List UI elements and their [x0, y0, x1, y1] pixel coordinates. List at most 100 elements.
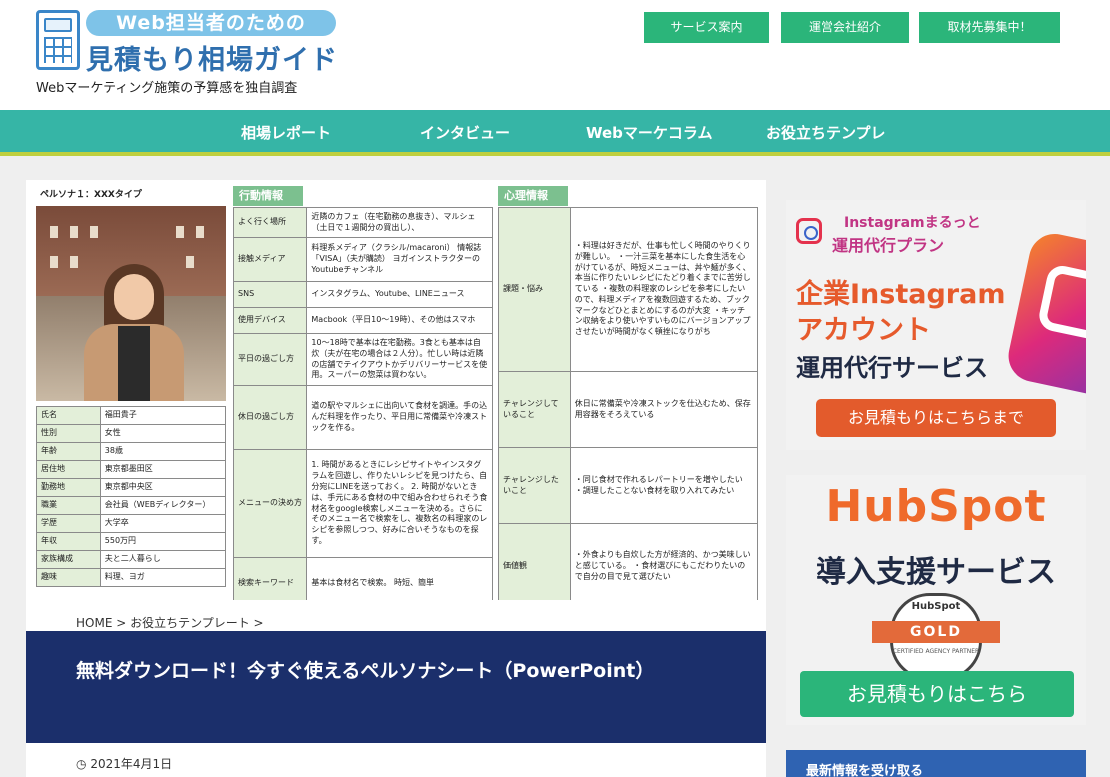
- persona-photo: [36, 206, 226, 401]
- row-key: 家族構成: [36, 550, 101, 569]
- post-date: ◷ 2021年4月1日: [76, 755, 172, 772]
- table-row: よく行く場所 近隣のカフェ（在宅勤務の息抜き）、マルシェ（土日で１週間分の買出し）…: [232, 207, 493, 238]
- logo-main-text: 見積もり相場ガイド: [86, 45, 338, 76]
- instagram-icon: [1003, 229, 1086, 401]
- row-value: 大学卒: [99, 514, 227, 533]
- row-value: 女性: [99, 424, 227, 443]
- row-key: 平日の過ごし方: [232, 333, 308, 386]
- site-header: Web担当者のための 見積もり相場ガイド Webマーケティング施策の予算感を独自…: [0, 0, 1110, 110]
- breadcrumb[interactable]: HOME > お役立ちテンプレート >: [76, 614, 264, 631]
- clock-icon: ◷: [76, 757, 87, 771]
- ad2-line2: 導入支援サービス: [816, 555, 1056, 590]
- psych-heading: 心理情報: [498, 186, 568, 206]
- instagram-ad-banner[interactable]: Instagramまるっと 運用代行プラン 企業Instagram アカウント …: [786, 200, 1086, 450]
- badge-level: GOLD: [872, 621, 1000, 643]
- instagram-estimate-button[interactable]: お見積もりはこちらまで: [816, 399, 1056, 437]
- row-key: 趣味: [36, 568, 101, 587]
- row-value: ・料理は好きだが、仕事も忙しく時間のやりくりが難しい。 ・一汁三菜を基本にした食…: [569, 207, 759, 372]
- table-row: 使用デバイス Macbook（平日10〜19時）、その他はスマホ: [232, 307, 493, 334]
- table-row: 接触メディア 料理系メディア（クラシル/macaroni） 情報誌「VISA」（夫…: [232, 237, 493, 282]
- table-row: 学歴 大学卒: [36, 514, 227, 533]
- hubspot-estimate-button[interactable]: お見積もりはこちら: [800, 671, 1074, 717]
- table-row: 勤務地 東京都中央区: [36, 478, 227, 497]
- row-value: 東京都墨田区: [99, 460, 227, 479]
- row-value: 料理、ヨガ: [99, 568, 227, 587]
- ad2-line1: HubSpot: [825, 481, 1047, 532]
- camera-icon: [796, 218, 822, 244]
- row-key: 性別: [36, 424, 101, 443]
- row-value: 道の駅やマルシェに出向いて食材を調達。手の込んだ料理を作ったり、平日用に常備菜や…: [306, 385, 493, 450]
- badge-cert: CERTIFIED AGENCY PARTNER: [892, 648, 980, 655]
- logo-top-text: Web担当者のための: [86, 10, 336, 36]
- row-value: インスタグラム、Youtube、LINEニュース: [306, 281, 493, 308]
- row-key: 休日の過ごし方: [232, 385, 308, 450]
- row-key: よく行く場所: [232, 207, 308, 238]
- recruit-button[interactable]: 取材先募集中！: [919, 12, 1060, 43]
- ad1-line1: 企業Instagram: [796, 279, 1006, 310]
- main-nav: 相場レポート インタビュー Webマーケコラム お役立ちテンプレ: [0, 110, 1110, 156]
- ad1-sub2: 運用代行プラン: [832, 236, 945, 255]
- row-key: 価値観: [498, 523, 571, 600]
- nav-item-template[interactable]: お役立ちテンプレ: [766, 110, 886, 156]
- table-row: チャレンジしたいこと ・同じ食材で作れるレパートリーを増やしたい ・調理したことな…: [498, 447, 759, 524]
- site-logo[interactable]: Web担当者のための 見積もり相場ガイド: [36, 10, 337, 76]
- ad1-line3: 運用代行サービス: [796, 354, 988, 382]
- action-table: よく行く場所 近隣のカフェ（在宅勤務の息抜き）、マルシェ（土日で１週間分の買出し）…: [232, 207, 493, 600]
- row-key: 年収: [36, 532, 101, 551]
- row-value: 近隣のカフェ（在宅勤務の息抜き）、マルシェ（土日で１週間分の買出し）、: [306, 207, 493, 238]
- table-row: チャレンジしていること 休日に常備菜や冷凍ストックを仕込むため、保存用容器をそろえ…: [498, 371, 759, 448]
- hubspot-ad-banner[interactable]: HubSpot 導入支援サービス HubSpot GOLD CERTIFIED …: [786, 475, 1086, 725]
- table-row: SNS インスタグラム、Youtube、LINEニュース: [232, 281, 493, 308]
- row-key: 接触メディア: [232, 237, 308, 282]
- table-row: 課題・悩み ・料理は好きだが、仕事も忙しく時間のやりくりが難しい。 ・一汁三菜を基…: [498, 207, 759, 372]
- row-value: ・外食よりも自炊した方が経済的、かつ美味しいと感じている。 ・食材選びにもこだわ…: [569, 523, 759, 600]
- badge-brand: HubSpot: [911, 601, 961, 612]
- row-key: チャレンジしたいこと: [498, 447, 571, 524]
- table-row: 氏名 福田貴子: [36, 406, 227, 425]
- row-key: 課題・悩み: [498, 207, 571, 372]
- row-key: 使用デバイス: [232, 307, 308, 334]
- persona-sheet-image: ペルソナ１：XXXタイプ 氏名 福田貴子 性別 女性 年齢 38歳 居住地 東京都墨田区 勤務地…: [26, 180, 766, 600]
- calculator-icon: [36, 10, 80, 70]
- table-row: 年齢 38歳: [36, 442, 227, 461]
- table-row: 居住地 東京都墨田区: [36, 460, 227, 479]
- row-value: 10〜18時で基本は在宅勤務。3食とも基本は自炊（夫が在宅の場合は２人分）。忙し…: [306, 333, 493, 386]
- nav-item-column[interactable]: Webマーケコラム: [586, 110, 712, 156]
- row-value: 550万円: [99, 532, 227, 551]
- table-row: 趣味 料理、ヨガ: [36, 568, 227, 587]
- persona-title: ペルソナ１：XXXタイプ: [40, 190, 142, 200]
- service-button[interactable]: サービス案内: [644, 12, 769, 43]
- row-key: 居住地: [36, 460, 101, 479]
- table-row: 検索キーワード 基本は食材名で検索。 時短、簡単: [232, 557, 493, 600]
- page-title: 無料ダウンロード！今すぐ使えるペルソナシート（PowerPoint）: [76, 660, 655, 682]
- row-value: 料理系メディア（クラシル/macaroni） 情報誌「VISA」（夫が購読） ヨ…: [306, 237, 493, 282]
- row-value: 休日に常備菜や冷凍ストックを仕込むため、保存用容器をそろえている: [569, 371, 759, 448]
- profile-table: 氏名 福田貴子 性別 女性 年齢 38歳 居住地 東京都墨田区 勤務地 東京都中央区 職業 会社員（W…: [36, 406, 227, 587]
- table-row: 平日の過ごし方 10〜18時で基本は在宅勤務。3食とも基本は自炊（夫が在宅の場合は…: [232, 333, 493, 386]
- post-date-text: 2021年4月1日: [90, 757, 173, 771]
- row-key: SNS: [232, 281, 308, 308]
- row-value: 基本は食材名で検索。 時短、簡単: [306, 557, 493, 600]
- row-key: チャレンジしていること: [498, 371, 571, 448]
- nav-item-report[interactable]: 相場レポート: [241, 110, 331, 156]
- psych-table: 課題・悩み ・料理は好きだが、仕事も忙しく時間のやりくりが難しい。 ・一汁三菜を基…: [498, 207, 759, 600]
- row-value: 東京都中央区: [99, 478, 227, 497]
- row-key: 勤務地: [36, 478, 101, 497]
- nav-item-interview[interactable]: インタビュー: [420, 110, 510, 156]
- article: ペルソナ１：XXXタイプ 氏名 福田貴子 性別 女性 年齢 38歳 居住地 東京都墨田区 勤務地…: [26, 180, 766, 777]
- title-band: 無料ダウンロード！今すぐ使えるペルソナシート（PowerPoint）: [26, 631, 766, 743]
- row-value: 会社員（WEBディレクター）: [99, 496, 227, 515]
- table-row: 休日の過ごし方 道の駅やマルシェに出向いて食材を調達。手の込んだ料理を作ったり、平…: [232, 385, 493, 450]
- row-key: 検索キーワード: [232, 557, 308, 600]
- row-key: 職業: [36, 496, 101, 515]
- row-value: 1. 時間があるときにレシピサイトやインスタグラムを回遊し、作りたいレシピを見つ…: [306, 449, 493, 558]
- row-value: 38歳: [99, 442, 227, 461]
- gold-partner-badge: HubSpot GOLD CERTIFIED AGENCY PARTNER: [872, 593, 1000, 681]
- table-row: 価値観 ・外食よりも自炊した方が経済的、かつ美味しいと感じている。 ・食材選びにも…: [498, 523, 759, 600]
- table-row: 職業 会社員（WEBディレクター）: [36, 496, 227, 515]
- row-key: 年齢: [36, 442, 101, 461]
- row-value: 福田貴子: [99, 406, 227, 425]
- company-button[interactable]: 運営会社紹介: [781, 12, 909, 43]
- row-value: 夫と二人暮らし: [99, 550, 227, 569]
- row-key: メニューの決め方: [232, 449, 308, 558]
